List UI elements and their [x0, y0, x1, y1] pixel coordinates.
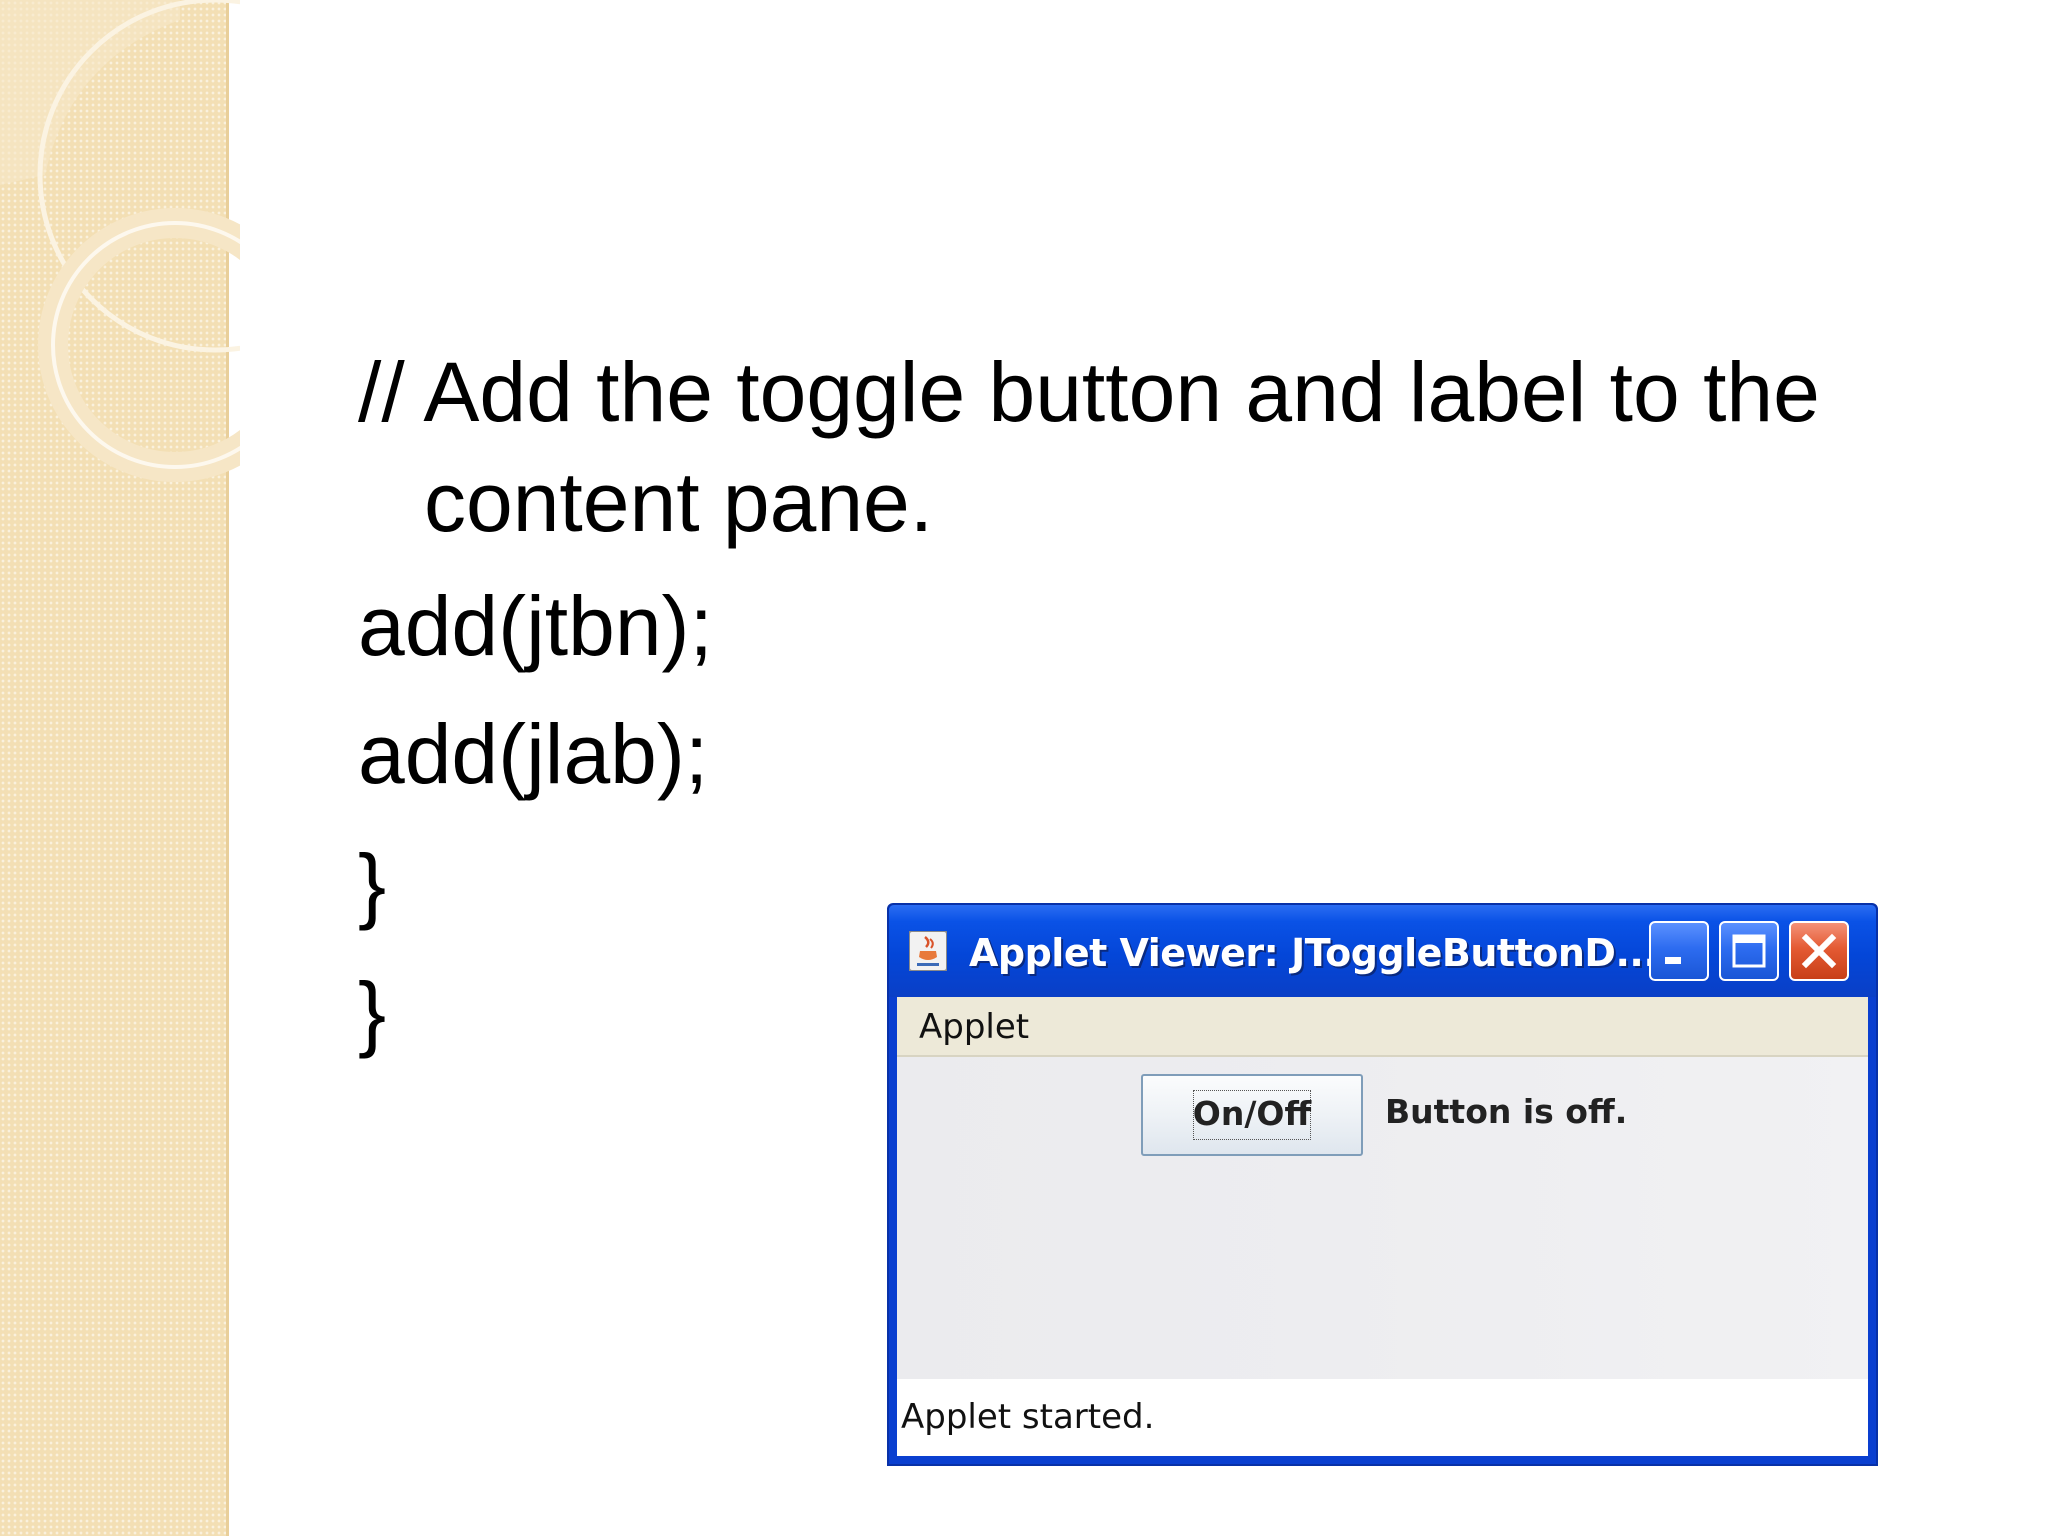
code-closing-brace-2: } — [358, 965, 387, 1059]
window-client-area: Applet On/Off Button is off. Applet star… — [897, 997, 1868, 1456]
content-pane: On/Off Button is off. — [897, 1057, 1868, 1379]
java-cup-icon — [909, 931, 947, 971]
menu-item-applet[interactable]: Applet — [919, 1007, 1029, 1047]
applet-viewer-window: Applet Viewer: JToggleButtonD... Applet … — [887, 903, 1878, 1466]
code-add-jtbn: add(jtbn); — [358, 579, 713, 673]
maximize-button[interactable] — [1719, 921, 1779, 981]
window-titlebar[interactable]: Applet Viewer: JToggleButtonD... — [889, 905, 1876, 997]
minimize-button[interactable] — [1649, 921, 1709, 981]
on-off-toggle-button[interactable]: On/Off — [1141, 1074, 1363, 1156]
code-comment-continuation: content pane. — [424, 455, 934, 549]
menu-bar: Applet — [897, 997, 1868, 1057]
close-button[interactable] — [1789, 921, 1849, 981]
maximize-icon — [1732, 934, 1766, 968]
code-comment-line: // Add the toggle button and label to th… — [358, 345, 1820, 439]
status-bar: Applet started. — [897, 1379, 1868, 1456]
close-icon — [1801, 933, 1837, 969]
toggle-button-label: On/Off — [1192, 1094, 1312, 1133]
decorative-rings — [0, 0, 240, 482]
code-add-jlab: add(jlab); — [358, 707, 709, 801]
slide: // Add the toggle button and label to th… — [0, 0, 2048, 1536]
status-text: Applet started. — [901, 1397, 1155, 1437]
minimize-icon — [1665, 957, 1681, 964]
window-title: Applet Viewer: JToggleButtonD... — [969, 931, 1658, 975]
button-state-label: Button is off. — [1385, 1092, 1628, 1131]
code-closing-brace-1: } — [358, 837, 387, 931]
